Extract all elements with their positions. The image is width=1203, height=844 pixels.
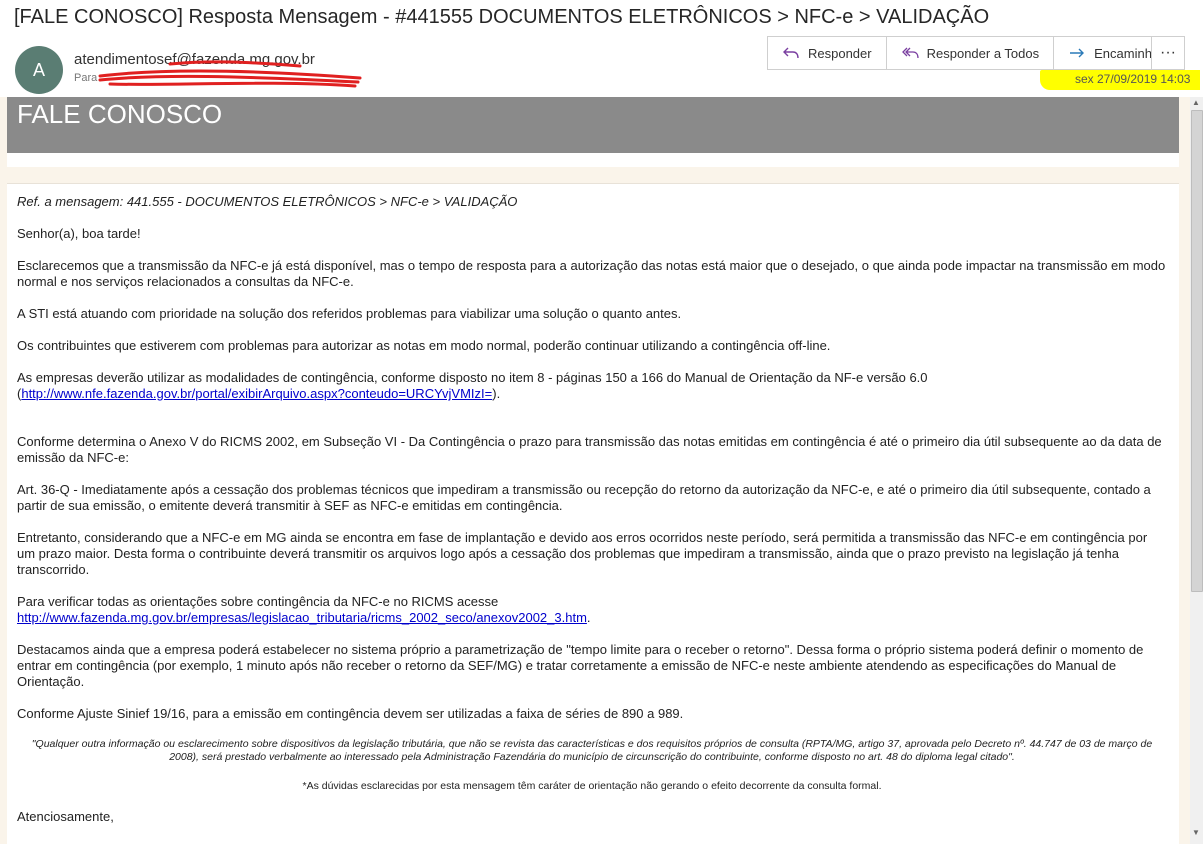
paragraph-3: Os contribuintes que estiverem com probl…	[17, 338, 831, 353]
to-label: Para	[74, 72, 98, 84]
fale-conosco-banner: FALE CONOSCO	[7, 97, 1179, 153]
banner-spacer	[7, 153, 1179, 167]
email-subject: [FALE CONOSCO] Resposta Mensagem - #4415…	[14, 6, 990, 28]
disclaimer-note: *As dúvidas esclarecidas por esta mensag…	[302, 780, 882, 792]
forward-icon	[1070, 48, 1085, 58]
greeting: Senhor(a), boa tarde!	[17, 226, 141, 241]
manual-link[interactable]: http://www.nfe.fazenda.gov.br/portal/exi…	[21, 386, 492, 401]
reply-all-icon	[901, 47, 919, 59]
banner-title: FALE CONOSCO	[17, 99, 223, 129]
scrollbar-thumb[interactable]	[1191, 110, 1203, 592]
scroll-up-arrow-icon[interactable]: ▲	[1191, 98, 1201, 108]
avatar: A	[15, 46, 63, 94]
message-date: sex 27/09/2019 14:03	[1075, 72, 1191, 86]
paragraph-8: Para verificar todas as orientações sobr…	[17, 594, 591, 625]
paragraph-10: Conforme Ajuste Sinief 19/16, para a emi…	[17, 706, 684, 721]
reply-button[interactable]: Responder	[768, 37, 887, 69]
paragraph-1: Esclarecemos que a transmissão da NFC-e …	[17, 258, 1166, 289]
more-actions-button[interactable]: ···	[1151, 36, 1185, 70]
message-content: Ref. a mensagem: 441.555 - DOCUMENTOS EL…	[7, 183, 1179, 844]
paragraph-8-text: Para verificar todas as orientações sobr…	[17, 594, 499, 609]
paragraph-6: Art. 36-Q - Imediatamente após a cessaçã…	[17, 482, 1151, 513]
reply-all-label: Responder a Todos	[926, 45, 1040, 61]
paragraph-5: Conforme determina o Anexo V do RICMS 20…	[17, 434, 1162, 465]
sender-address[interactable]: atendimentosef@fazenda.mg.gov.br	[74, 51, 315, 68]
reply-icon	[783, 47, 799, 59]
scroll-down-arrow-icon[interactable]: ▼	[1191, 828, 1201, 838]
closing: Atenciosamente,	[17, 809, 114, 824]
message-body-frame: FALE CONOSCO Ref. a mensagem: 441.555 - …	[0, 97, 1190, 844]
paragraph-7: Entretanto, considerando que a NFC-e em …	[17, 530, 1148, 577]
message-text: Ref. a mensagem: 441.555 - DOCUMENTOS EL…	[17, 194, 1167, 841]
reply-label: Responder	[808, 45, 872, 61]
to-line: Para	[74, 72, 101, 84]
message-actions: Responder Responder a Todos Encaminhar	[767, 36, 1179, 70]
reply-all-button[interactable]: Responder a Todos	[887, 37, 1055, 69]
paragraph-4-text: As empresas deverão utilizar as modalida…	[17, 370, 928, 385]
paragraph-4: As empresas deverão utilizar as modalida…	[17, 370, 928, 401]
disclaimer: "Qualquer outra informação ou esclarecim…	[31, 738, 1153, 763]
ricms-link[interactable]: http://www.fazenda.mg.gov.br/empresas/le…	[17, 610, 587, 625]
paragraph-2: A STI está atuando com prioridade na sol…	[17, 306, 682, 321]
paragraph-9: Destacamos ainda que a empresa poderá es…	[17, 642, 1144, 689]
reference-line: Ref. a mensagem: 441.555 - DOCUMENTOS EL…	[17, 194, 518, 209]
